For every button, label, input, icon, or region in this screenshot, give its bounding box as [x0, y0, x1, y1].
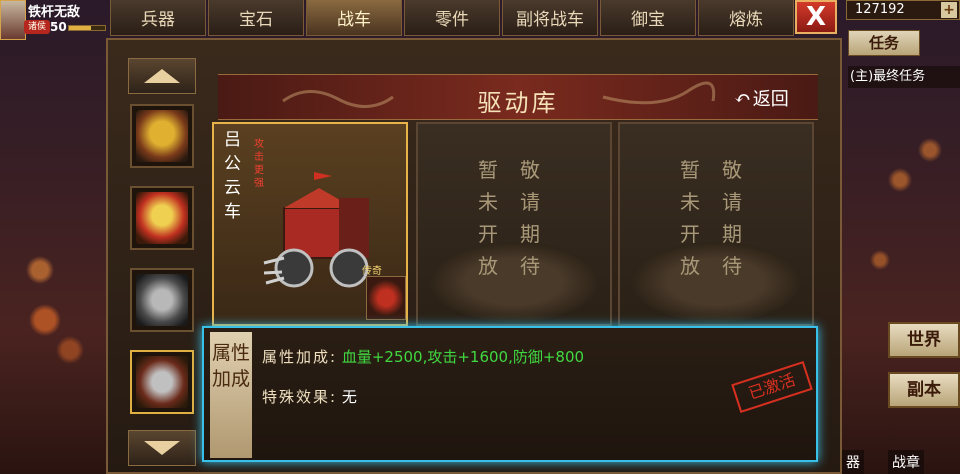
chariot-thumbnail: [136, 110, 188, 162]
exp-bar-fill: [69, 26, 91, 30]
player-name: 铁杆无敌: [28, 5, 81, 20]
activated-stamp: 已激活: [731, 360, 813, 414]
quest-tracker[interactable]: (主)最终任务: [848, 66, 960, 88]
locked-text-col-b: 敬请期待: [722, 158, 742, 278]
chariot-list-item[interactable]: [130, 104, 194, 168]
currency-value: 127192: [855, 2, 905, 17]
chariot-slot-locked: 暂未开放 敬请期待: [416, 122, 612, 326]
back-label: 返回: [752, 89, 789, 110]
rank-badge: 诸侯: [24, 20, 50, 34]
locked-text-col-a: 暂未开放: [680, 158, 700, 278]
attribute-key: 属性加成:: [262, 348, 338, 366]
player-info[interactable]: 铁杆无敌 诸侯 50: [0, 0, 108, 40]
chariot-list-item-selected[interactable]: [130, 350, 194, 414]
attribute-value: 血量+2500,攻击+1600,防御+800: [341, 348, 585, 366]
close-button[interactable]: X: [795, 0, 837, 34]
currency-box: 127192 +: [846, 0, 960, 20]
dungeon-button[interactable]: 副本: [888, 372, 960, 408]
world-button[interactable]: 世界: [888, 322, 960, 358]
locked-text-col-b: 敬请期待: [520, 158, 540, 278]
panel-title: 驱动库: [477, 89, 559, 117]
tab-parts[interactable]: 零件: [404, 0, 500, 36]
attribute-side-label: 属性加成: [210, 332, 252, 458]
attribute-box: 属性加成 属性加成: 血量+2500,攻击+1600,防御+800 特殊效果: …: [202, 326, 818, 462]
scroll-down-button[interactable]: [128, 430, 196, 466]
chariot-list: [120, 58, 206, 468]
panel-title-bar: 驱动库 ↶ 返回: [218, 74, 818, 120]
exp-bar: [68, 25, 106, 31]
chariot-slot-locked: 暂未开放 敬请期待: [618, 122, 814, 326]
category-tabs: 兵器 宝石 战车 零件 副将战车 御宝 熔炼: [110, 0, 794, 38]
chariot-thumbnail: [136, 356, 188, 408]
legendary-badge: 传奇: [362, 266, 382, 277]
attribute-value: 无: [341, 388, 357, 406]
chariot-list-item[interactable]: [130, 268, 194, 332]
chariot-mini-icon[interactable]: [366, 276, 406, 320]
chariot-slot-active[interactable]: 吕公云车 攻击更强 传奇: [212, 122, 408, 326]
back-arrow-icon: ↶: [734, 86, 751, 110]
tab-treasure[interactable]: 御宝: [600, 0, 696, 36]
slot-plate: [430, 242, 598, 322]
add-currency-button[interactable]: +: [941, 2, 957, 18]
tab-smelting[interactable]: 熔炼: [698, 0, 794, 36]
slot-plate: [632, 242, 800, 322]
chariot-name: 吕公云车: [224, 130, 241, 222]
attribute-row-bonus: 属性加成: 血量+2500,攻击+1600,防御+800: [262, 346, 584, 367]
tab-deputy-chariot[interactable]: 副将战车: [502, 0, 598, 36]
chariot-list-item[interactable]: [130, 186, 194, 250]
chariot-panel: 驱动库 ↶ 返回 吕公云车 攻击更强 传奇 暂未开放 敬请期待 暂未开放 敬请期…: [106, 38, 842, 474]
arrow-up-icon: [144, 69, 180, 83]
scroll-up-button[interactable]: [128, 58, 196, 94]
player-level: 50: [50, 20, 67, 34]
tab-weapons[interactable]: 兵器: [110, 0, 206, 36]
tab-gems[interactable]: 宝石: [208, 0, 304, 36]
tab-chariot[interactable]: 战车: [306, 0, 402, 36]
attribute-key: 特殊效果:: [262, 388, 338, 406]
attribute-row-special: 特殊效果: 无: [262, 386, 357, 407]
chariot-thumbnail: [136, 274, 188, 326]
player-avatar[interactable]: [0, 0, 26, 40]
chariot-thumbnail: [136, 192, 188, 244]
arrow-down-icon: [144, 441, 180, 455]
bottom-weapon-button[interactable]: 器: [842, 450, 864, 474]
locked-text-col-a: 暂未开放: [478, 158, 498, 278]
bottom-war-chapter-button[interactable]: 战章: [888, 450, 924, 474]
quest-button[interactable]: 任务: [848, 30, 920, 56]
chariot-image: [263, 172, 369, 288]
back-button[interactable]: ↶ 返回: [734, 83, 806, 113]
